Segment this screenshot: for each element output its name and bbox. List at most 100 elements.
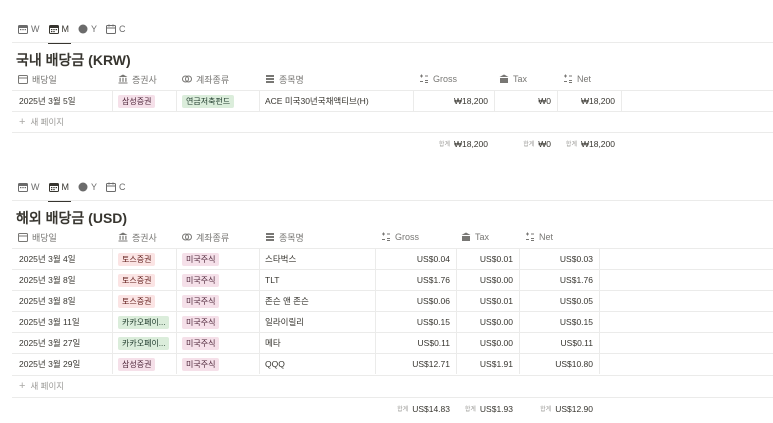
tax-cell[interactable]: US$0.01 <box>456 291 519 311</box>
sum-tax[interactable]: 합계 US$1.93 <box>456 398 519 419</box>
tax-cell[interactable]: US$1.91 <box>456 354 519 374</box>
gross-cell[interactable]: US$0.06 <box>375 291 456 311</box>
stock-cell[interactable]: QQQ <box>265 354 285 374</box>
table-header-krw: 배당일 증권사 계좌종류 종목명 Gross Tax Net <box>12 68 773 90</box>
broker-cell[interactable]: 토스증권 <box>118 291 156 311</box>
tag-icon <box>182 232 192 242</box>
column-header-gross[interactable]: Gross <box>419 68 457 90</box>
date-cell[interactable]: 2025년 3월 8일 <box>19 270 76 290</box>
net-cell[interactable]: US$0.11 <box>519 333 599 353</box>
stock-cell[interactable]: 존슨 앤 존슨 <box>265 291 309 311</box>
calendar-icon <box>18 24 28 34</box>
gross-cell[interactable]: US$0.15 <box>375 312 456 332</box>
cell-divider <box>259 249 260 269</box>
sum-net[interactable]: 합계 ₩18,200 <box>557 133 621 154</box>
column-header-net[interactable]: Net <box>525 226 553 248</box>
table-row[interactable]: 2025년 3월 11일 카카오페이... 미국주식 일라이릴리 US$0.15 US$0… <box>12 311 773 332</box>
column-header-broker[interactable]: 증권사 <box>118 68 157 90</box>
account-cell[interactable]: 연금저축펀드 <box>182 91 235 111</box>
account-cell[interactable]: 미국주식 <box>182 312 220 332</box>
net-cell[interactable]: US$0.05 <box>519 291 599 311</box>
cell-divider <box>112 91 113 111</box>
column-header-stock[interactable]: 종목명 <box>265 226 304 248</box>
tab-year[interactable]: Y <box>78 177 97 197</box>
broker-cell[interactable]: 카카오페이... <box>118 312 170 332</box>
net-cell[interactable]: US$0.03 <box>519 249 599 269</box>
table-row[interactable]: 2025년 3월 8일 토스증권 미국주식 TLT US$1.76 US$0.00 US$1… <box>12 269 773 290</box>
account-cell[interactable]: 미국주식 <box>182 333 220 353</box>
net-cell[interactable]: US$10.80 <box>519 354 599 374</box>
stock-cell[interactable]: 스타벅스 <box>265 249 296 269</box>
date-cell[interactable]: 2025년 3월 8일 <box>19 291 76 311</box>
tax-cell[interactable]: ₩0 <box>494 91 557 111</box>
gross-cell[interactable]: US$0.11 <box>375 333 456 353</box>
plus-icon: + <box>19 116 26 128</box>
tab-week[interactable]: W <box>18 19 40 39</box>
net-cell[interactable]: ₩18,200 <box>557 91 621 111</box>
broker-cell[interactable]: 토스증권 <box>118 270 156 290</box>
account-cell[interactable]: 미국주식 <box>182 354 220 374</box>
table-row[interactable]: 2025년 3월 5일 삼성증권 연금저축펀드 ACE 미국30년국채액티브(H… <box>12 90 773 111</box>
calendar-icon <box>18 232 28 242</box>
tab-month[interactable]: M <box>47 19 71 44</box>
sum-tax[interactable]: 합계 ₩0 <box>494 133 557 154</box>
tab-week[interactable]: W <box>18 177 40 197</box>
tab-calendar[interactable]: C <box>106 177 126 197</box>
stock-cell[interactable]: TLT <box>265 270 279 290</box>
table-row[interactable]: 2025년 3월 29일 삼성증권 미국주식 QQQ US$12.71 US$1.91 US… <box>12 353 773 374</box>
sum-gross[interactable]: 합계 US$14.83 <box>375 398 456 419</box>
net-cell[interactable]: US$0.15 <box>519 312 599 332</box>
broker-cell[interactable]: 삼성증권 <box>118 91 156 111</box>
tab-month[interactable]: M <box>47 177 71 202</box>
cell-divider <box>599 333 600 353</box>
column-header-date[interactable]: 배당일 <box>18 68 57 90</box>
broker-cell[interactable]: 삼성증권 <box>118 354 156 374</box>
table-row[interactable]: 2025년 3월 27일 카카오페이... 미국주식 메타 US$0.11 US$0.00… <box>12 332 773 353</box>
broker-cell[interactable]: 토스증권 <box>118 249 156 269</box>
broker-cell[interactable]: 카카오페이... <box>118 333 170 353</box>
sum-gross[interactable]: 합계 ₩18,200 <box>413 133 494 154</box>
tax-cell[interactable]: US$0.00 <box>456 312 519 332</box>
gross-cell[interactable]: US$1.76 <box>375 270 456 290</box>
account-cell[interactable]: 미국주식 <box>182 291 220 311</box>
circle-icon <box>78 24 88 34</box>
tax-cell[interactable]: US$0.01 <box>456 249 519 269</box>
date-cell[interactable]: 2025년 3월 27일 <box>19 333 80 353</box>
column-header-date[interactable]: 배당일 <box>18 226 57 248</box>
account-cell[interactable]: 미국주식 <box>182 249 220 269</box>
column-header-gross[interactable]: Gross <box>381 226 419 248</box>
column-header-account[interactable]: 계좌종류 <box>182 68 229 90</box>
account-tag: 미국주식 <box>182 294 220 308</box>
stock-cell[interactable]: ACE 미국30년국채액티브(H) <box>265 91 369 111</box>
tax-cell[interactable]: US$0.00 <box>456 270 519 290</box>
gross-cell[interactable]: US$12.71 <box>375 354 456 374</box>
column-header-tax[interactable]: Tax <box>461 226 489 248</box>
cell-divider <box>599 312 600 332</box>
summary-row-krw: 합계 ₩18,200 합계 ₩0 합계 ₩18,200 <box>12 132 773 153</box>
date-cell[interactable]: 2025년 3월 29일 <box>19 354 80 374</box>
table-row[interactable]: 2025년 3월 8일 토스증권 미국주식 존슨 앤 존슨 US$0.06 US$0.01… <box>12 290 773 311</box>
column-header-stock[interactable]: 종목명 <box>265 68 304 90</box>
cell-divider <box>259 91 260 111</box>
stock-cell[interactable]: 메타 <box>265 333 281 353</box>
column-header-net[interactable]: Net <box>563 68 591 90</box>
broker-tag: 카카오페이... <box>118 315 170 329</box>
new-page-button[interactable]: + 새 페이지 <box>12 111 773 132</box>
tab-calendar[interactable]: C <box>106 19 126 39</box>
column-header-broker[interactable]: 증권사 <box>118 226 157 248</box>
date-cell[interactable]: 2025년 3월 11일 <box>19 312 80 332</box>
date-cell[interactable]: 2025년 3월 4일 <box>19 249 76 269</box>
account-cell[interactable]: 미국주식 <box>182 270 220 290</box>
column-header-tax[interactable]: Tax <box>499 68 527 90</box>
new-page-button[interactable]: + 새 페이지 <box>12 375 773 396</box>
date-cell[interactable]: 2025년 3월 5일 <box>19 91 76 111</box>
gross-cell[interactable]: ₩18,200 <box>413 91 494 111</box>
table-row[interactable]: 2025년 3월 4일 토스증권 미국주식 스타벅스 US$0.04 US$0.01 US$… <box>12 248 773 269</box>
tab-year[interactable]: Y <box>78 19 97 39</box>
gross-cell[interactable]: US$0.04 <box>375 249 456 269</box>
column-header-account[interactable]: 계좌종류 <box>182 226 229 248</box>
stock-cell[interactable]: 일라이릴리 <box>265 312 304 332</box>
sum-net[interactable]: 합계 US$12.90 <box>519 398 599 419</box>
tax-cell[interactable]: US$0.00 <box>456 333 519 353</box>
net-cell[interactable]: US$1.76 <box>519 270 599 290</box>
